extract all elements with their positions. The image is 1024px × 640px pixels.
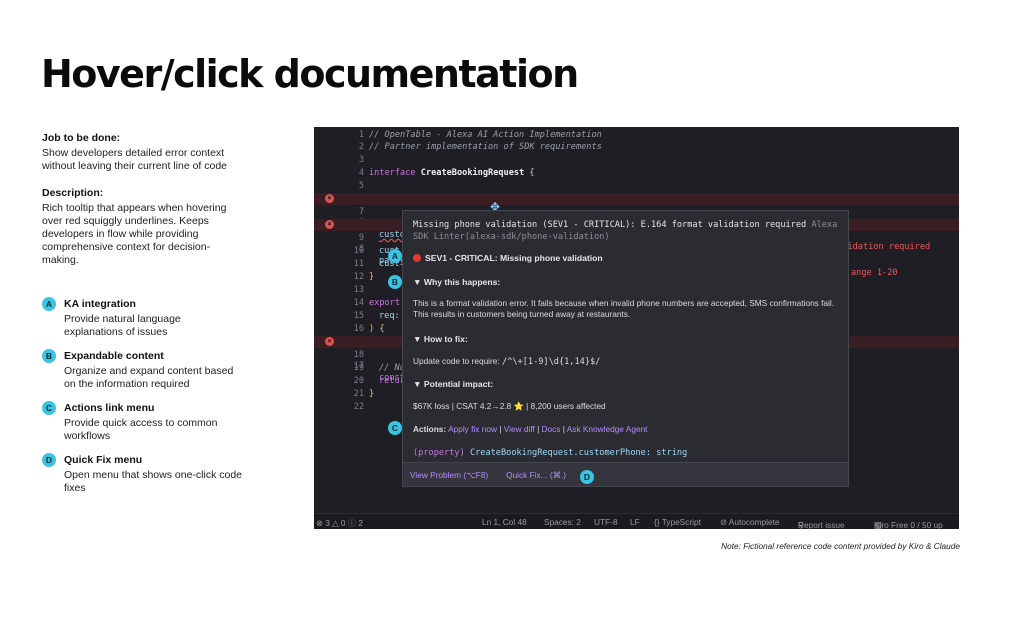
- badge-a: A: [42, 297, 56, 311]
- language-mode[interactable]: {} TypeScript: [654, 517, 701, 527]
- hover-tooltip[interactable]: Missing phone validation (SEV1 - CRITICA…: [402, 210, 849, 487]
- description-text: Rich tooltip that appears when hovering …: [42, 202, 227, 266]
- feature-title: KA integration: [64, 297, 136, 310]
- feature-desc: Provide quick access to common workflows: [64, 417, 218, 442]
- impact-section-toggle[interactable]: ▼ Potential impact:: [413, 379, 840, 389]
- code-line-4[interactable]: 4 interface CreateBookingRequest {: [314, 167, 959, 179]
- badge-c: C: [42, 401, 56, 415]
- callout-badge-b: B: [388, 275, 402, 289]
- view-diff-link[interactable]: View diff: [504, 424, 535, 434]
- code-line-1[interactable]: 1// OpenTable - Alexa AI Action Implemen…: [314, 129, 959, 141]
- callout-badge-a: A: [388, 249, 402, 263]
- line-ending[interactable]: LF: [630, 517, 640, 527]
- property-signature: (property) CreateBookingRequest.customer…: [413, 448, 688, 458]
- footnote: Note: Fictional reference code content p…: [721, 541, 960, 551]
- status-bar: ⊗ 3 △ 0 ⓘ 2 Ln 1, Col 48 Spaces: 2 UTF-8…: [314, 513, 959, 529]
- actions-menu: Actions: Apply fix now | View diff | Doc…: [413, 424, 648, 434]
- quick-fix-link[interactable]: Quick Fix... (⌘.): [506, 470, 566, 480]
- feature-d: D Quick Fix menu Open menu that shows one…: [42, 453, 242, 495]
- encoding[interactable]: UTF-8: [594, 517, 618, 527]
- feature-b: B Expandable content Organize and expand …: [42, 349, 242, 391]
- apply-fix-link[interactable]: Apply fix now: [448, 424, 497, 434]
- job-text: Show developers detailed error context w…: [42, 147, 228, 172]
- view-problem-link[interactable]: View Problem (⌥F8): [410, 470, 488, 480]
- feature-title: Expandable content: [64, 349, 164, 362]
- tooltip-header: Missing phone validation (SEV1 - CRITICA…: [413, 220, 838, 242]
- cursor-position[interactable]: Ln 1, Col 48: [482, 517, 527, 527]
- why-text: This is a format validation error. It fa…: [413, 298, 835, 319]
- code-line-5[interactable]: 5: [314, 180, 959, 192]
- description-heading: Description:: [42, 187, 104, 199]
- feature-desc: Organize and expand content based on the…: [64, 365, 234, 390]
- code-line-2[interactable]: 2// Partner implementation of SDK requir…: [314, 141, 959, 153]
- error-gutter-icon[interactable]: ×: [325, 220, 334, 229]
- tooltip-footer: View Problem (⌥F8) Quick Fix... (⌘.): [403, 462, 848, 486]
- callout-badge-c: C: [388, 421, 402, 435]
- feature-desc: Open menu that shows one-click code fixe…: [64, 469, 243, 494]
- feature-c: C Actions link menu Provide quick access …: [42, 401, 242, 443]
- feature-title: Quick Fix menu: [64, 453, 143, 466]
- fix-text: Update code to require: /^\+[1-9]\d{1,14…: [413, 356, 601, 367]
- badge-b: B: [42, 349, 56, 363]
- code-line-6[interactable]: × 6 customerPhone: string; // Missing ph…: [314, 193, 959, 252]
- feature-desc: Provide natural language explanations of…: [64, 313, 181, 338]
- badge-d: D: [42, 453, 56, 467]
- severity-dot-icon: [413, 254, 421, 262]
- job-heading: Job to be done:: [42, 132, 121, 144]
- page-title: Hover/click documentation: [41, 52, 579, 96]
- fix-section-toggle[interactable]: ▼ How to fix:: [413, 334, 840, 344]
- problems-count[interactable]: ⊗ 3 △ 0 ⓘ 2: [316, 517, 363, 529]
- feature-a: A KA integration Provide natural language…: [42, 297, 242, 339]
- severity-label: SEV1 - CRITICAL: Missing phone validatio…: [413, 253, 840, 263]
- ask-agent-link[interactable]: Ask Knowledge Agent: [567, 424, 648, 434]
- error-gutter-icon[interactable]: ×: [325, 194, 334, 203]
- indentation[interactable]: Spaces: 2: [544, 517, 581, 527]
- error-gutter-icon[interactable]: ×: [325, 337, 334, 346]
- callout-badge-d: D: [580, 470, 594, 484]
- code-line-3[interactable]: 3: [314, 154, 959, 166]
- left-panel: Job to be done: Show developers detailed…: [42, 132, 242, 505]
- docs-link[interactable]: Docs: [542, 424, 561, 434]
- why-section-toggle[interactable]: ▼ Why this happens:: [413, 277, 840, 287]
- impact-text: $67K loss | CSAT 4.2→2.8 ⭐ | 8,200 users…: [413, 401, 606, 411]
- feature-title: Actions link menu: [64, 401, 155, 414]
- autocomplete-toggle[interactable]: ⊘ Autocomplete: [720, 517, 780, 527]
